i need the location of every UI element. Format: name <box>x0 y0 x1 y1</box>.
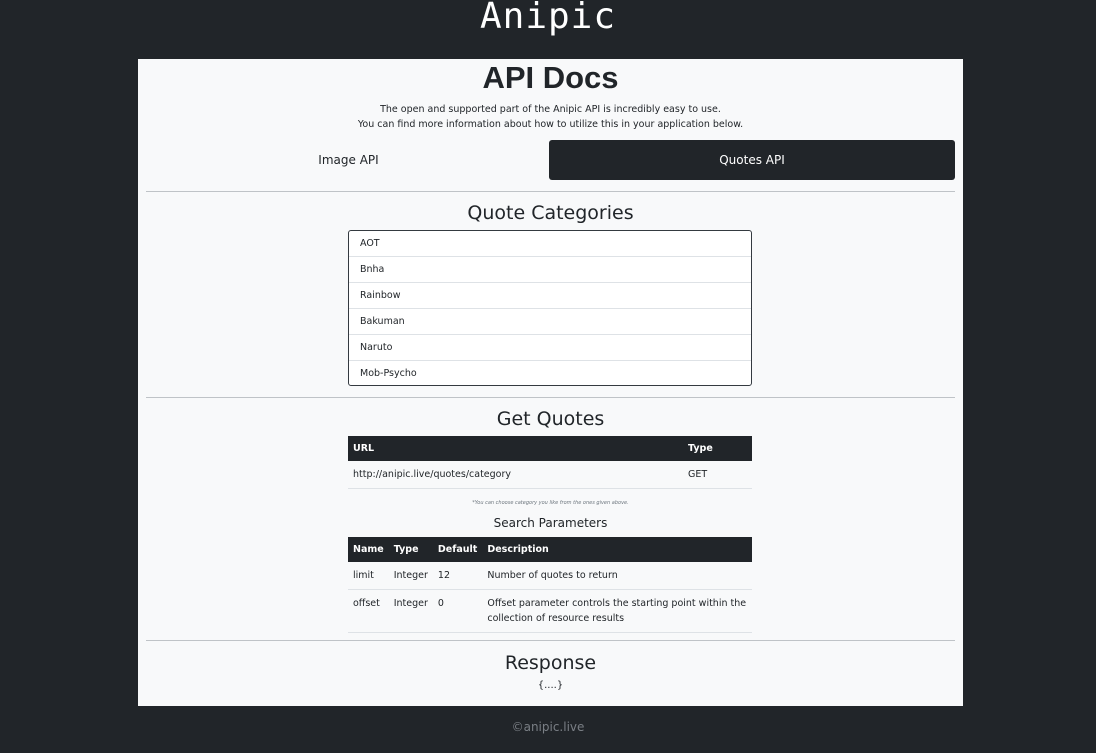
api-docs-card: API Docs The open and supported part of … <box>138 59 963 706</box>
list-item: Bnha <box>349 257 751 283</box>
param-name: offset <box>348 589 389 633</box>
parameters-table: Name Type Default Description limit Inte… <box>348 537 752 633</box>
footer-copyright: ©anipic.live <box>511 720 585 734</box>
page-title: API Docs <box>482 60 619 95</box>
get-quotes-title: Get Quotes <box>496 408 605 430</box>
param-default: 12 <box>432 562 483 590</box>
table-row: limit Integer 12 Number of quotes to ret… <box>348 562 752 590</box>
category-list: AOT Bnha Rainbow Bakuman Naruto Mob-Psyc… <box>348 230 752 386</box>
column-header-url: URL <box>348 436 683 461</box>
divider <box>146 640 955 641</box>
column-header-type: Type <box>388 537 433 562</box>
api-tabs: Image API Quotes API <box>146 140 955 181</box>
list-item: Mob-Psycho <box>360 368 417 379</box>
tab-image-api[interactable]: Image API <box>146 140 551 180</box>
list-item: Bakuman <box>349 309 751 335</box>
param-name: limit <box>348 562 389 590</box>
column-header-name: Name <box>348 537 389 562</box>
param-description: Offset parameter controls the starting p… <box>482 589 752 633</box>
divider <box>146 191 955 192</box>
quote-categories-title: Quote Categories <box>467 202 634 224</box>
table-row: offset Integer 0 Offset parameter contro… <box>348 589 752 633</box>
param-description: Number of quotes to return <box>482 562 752 590</box>
response-body: {....} <box>537 680 564 691</box>
param-default: 0 <box>432 589 483 633</box>
table-row: http://anipic.live/quotes/category GET <box>348 461 752 489</box>
list-item: Rainbow <box>349 283 751 309</box>
response-title: Response <box>504 652 597 674</box>
endpoint-table: URL Type http://anipic.live/quotes/categ… <box>348 436 752 489</box>
intro-text: The open and supported part of the Anipi… <box>138 102 963 132</box>
column-header-description: Description <box>482 537 752 562</box>
divider <box>146 397 955 398</box>
site-brand: Anipic <box>479 0 617 37</box>
column-header-type: Type <box>683 436 752 461</box>
endpoint-url: http://anipic.live/quotes/category <box>348 461 683 489</box>
intro-line-2: You can find more information about how … <box>357 119 744 130</box>
tab-quotes-api[interactable]: Quotes API <box>549 140 955 180</box>
search-parameters-title: Search Parameters <box>493 516 608 530</box>
list-item: AOT <box>349 231 751 257</box>
intro-line-1: The open and supported part of the Anipi… <box>380 104 721 115</box>
endpoint-method: GET <box>683 461 752 489</box>
param-type: Integer <box>388 562 433 590</box>
category-note: *You can choose category you like from t… <box>472 500 629 506</box>
list-item: Naruto <box>349 335 751 361</box>
column-header-default: Default <box>432 537 483 562</box>
param-type: Integer <box>388 589 433 633</box>
